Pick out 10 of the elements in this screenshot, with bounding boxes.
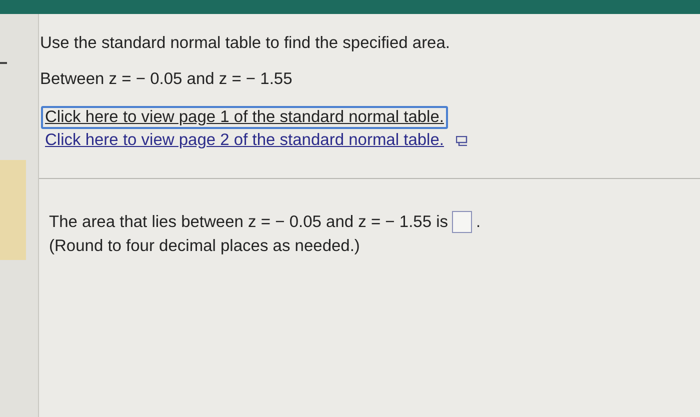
- period-text: .: [476, 212, 481, 232]
- answer-box[interactable]: [452, 211, 472, 233]
- popup-window-icon: [456, 136, 468, 146]
- dash-mark: [0, 62, 7, 64]
- answer-prompt: The area that lies between z = − 0.05 and z = − 1.55 is: [49, 212, 448, 232]
- table-link[interactable]: Click here to view page 1 of the standard normal table.: [41, 106, 448, 129]
- table-link[interactable]: Click here to view page 2 of the standard normal table.: [41, 129, 448, 152]
- given-text: Between z = − 0.05 and z = − 1.55: [40, 70, 294, 89]
- instruction-text: Use the standard normal table to find the specified area.: [40, 34, 451, 53]
- rounding-hint: (Round to four decimal places as needed.): [49, 237, 361, 256]
